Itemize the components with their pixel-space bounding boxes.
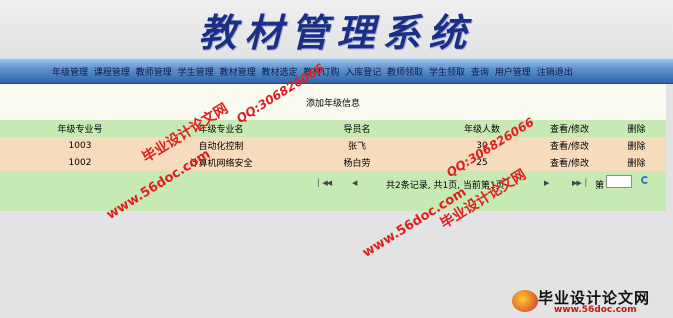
site-logo: 毕业设计论文网 www.56doc.com — [508, 284, 673, 318]
nav-item-logout[interactable]: 注销退出 — [537, 68, 573, 78]
nav-item-teacher[interactable]: 教师管理 — [136, 68, 172, 78]
col-header-delete: 删除 — [627, 125, 646, 135]
view-edit-link[interactable]: 查看/修改 — [532, 154, 607, 171]
first-page-icon[interactable]: ▏◀◀ — [318, 179, 332, 187]
cell-counselor: 张飞 — [347, 142, 366, 152]
nav-item-stock-in[interactable]: 入库登记 — [345, 68, 381, 78]
logo-url: www.56doc.com — [554, 305, 637, 315]
nav-item-query[interactable]: 查询 — [471, 68, 489, 78]
grade-table: 年级专业号 年级专业名 导员名 年级人数 查看/修改 删除 1003 自动化控制… — [0, 120, 666, 171]
delete-link[interactable]: 删除 — [607, 154, 666, 171]
cell-grade-no: 1002 — [68, 157, 92, 168]
next-page-icon[interactable]: ▶ — [544, 179, 549, 187]
table-row: 1002 计算机网络安全 杨白劳 25 查看/修改 删除 — [0, 154, 666, 171]
go-icon[interactable] — [641, 176, 649, 184]
prev-page-icon[interactable]: ◀ — [352, 179, 357, 187]
table-row: 1003 自动化控制 张飞 30 查看/修改 删除 — [0, 137, 666, 154]
app-title: 教材管理系统 — [198, 10, 475, 55]
nav-item-teacher-receive[interactable]: 教师领取 — [387, 68, 423, 78]
view-edit-link[interactable]: 查看/修改 — [532, 137, 607, 154]
nav-bar: 年级管理 课程管理 教师管理 学生管理 教材管理 教材选定 教材订购 入库登记 … — [0, 58, 673, 84]
jump-label: 第 — [595, 181, 605, 191]
nav-item-student[interactable]: 学生管理 — [178, 68, 214, 78]
col-header-grade-no: 年级专业号 — [57, 125, 103, 135]
last-page-icon[interactable]: ▶▶▕ — [572, 179, 586, 187]
nav-item-course[interactable]: 课程管理 — [94, 68, 130, 78]
col-header-counselor: 导员名 — [343, 125, 371, 135]
delete-link[interactable]: 删除 — [607, 137, 666, 154]
header: 教材管理系统 — [0, 0, 673, 58]
pager-bar: ▏◀◀ ◀ 共2条记录, 共1页, 当前第1页 ▶ ▶▶▕ 第 — [0, 171, 666, 211]
cell-counselor: 杨白劳 — [343, 159, 371, 169]
nav-item-grade[interactable]: 年级管理 — [52, 68, 88, 78]
nav-item-student-receive[interactable]: 学生领取 — [429, 68, 465, 78]
table-header-row: 年级专业号 年级专业名 导员名 年级人数 查看/修改 删除 — [0, 120, 666, 137]
form-title: 添加年级信息 — [305, 99, 360, 109]
content-panel: 添加年级信息 年级专业号 年级专业名 导员名 年级人数 查看/修改 删除 100… — [0, 84, 666, 211]
logo-icon — [512, 290, 538, 312]
nav-item-textbook[interactable]: 教材管理 — [220, 68, 256, 78]
nav-item-user[interactable]: 用户管理 — [495, 68, 531, 78]
col-header-view-edit: 查看/修改 — [549, 125, 590, 135]
page-jump-input[interactable] — [606, 175, 632, 188]
cell-grade-no: 1003 — [68, 140, 92, 151]
